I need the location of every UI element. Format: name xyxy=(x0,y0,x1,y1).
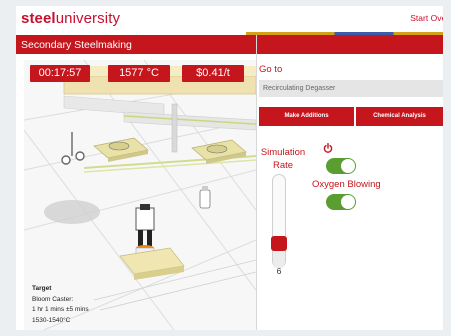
ladle-car-left xyxy=(93,137,149,162)
power-toggle[interactable] xyxy=(326,158,356,174)
power-icon xyxy=(323,143,333,153)
cost-badge: $0.41/t xyxy=(182,65,244,82)
temperature-badge: 1577 °C xyxy=(108,65,170,82)
simulation-rate-label: Simulation Rate xyxy=(260,147,306,171)
title-bar: Secondary Steelmaking xyxy=(16,35,443,54)
floor-shadow xyxy=(44,200,100,224)
oxygen-blowing-toggle[interactable] xyxy=(326,194,356,210)
support-column xyxy=(171,103,178,153)
panel-divider xyxy=(256,35,257,330)
logo: steeluniversity xyxy=(21,10,120,27)
gas-cylinder xyxy=(199,186,211,209)
slider-thumb[interactable] xyxy=(271,236,287,251)
target-temp-range: 1530-1540°C xyxy=(32,316,71,324)
target-heading: Target xyxy=(32,285,52,292)
start-over-link[interactable]: Start Over xyxy=(410,13,443,23)
page-title: Secondary Steelmaking xyxy=(21,39,132,51)
goto-select[interactable]: Recirculating Degasser xyxy=(259,80,443,97)
logo-rest: university xyxy=(55,10,121,27)
plant-scene[interactable]: 00:17:57 1577 °C $0.41/t Target Bloom Ca… xyxy=(24,60,256,330)
target-time: 1 hr 1 mins ±5 mins xyxy=(32,306,89,313)
top-bar: steeluniversity Start Over xyxy=(16,6,443,32)
target-destination: Bloom Caster: xyxy=(32,295,74,303)
simulation-rate-value: 6 xyxy=(276,266,282,276)
degasser-unit xyxy=(119,204,185,280)
logo-bold: steel xyxy=(21,10,56,27)
make-additions-button[interactable]: Make Additions xyxy=(259,107,354,126)
app-frame: steeluniversity Start Over Secondary Ste… xyxy=(16,6,443,330)
goto-label: Go to xyxy=(259,64,283,75)
oxygen-toggle-knob xyxy=(341,195,355,209)
target-info: Target Bloom Caster: 1 hr 1 mins ±5 mins… xyxy=(32,284,89,326)
oxygen-blowing-label: Oxygen Blowing xyxy=(312,179,381,190)
power-toggle-knob xyxy=(341,159,355,173)
timer-badge: 00:17:57 xyxy=(30,65,90,82)
chemical-analysis-button[interactable]: Chemical Analysis xyxy=(356,107,443,126)
